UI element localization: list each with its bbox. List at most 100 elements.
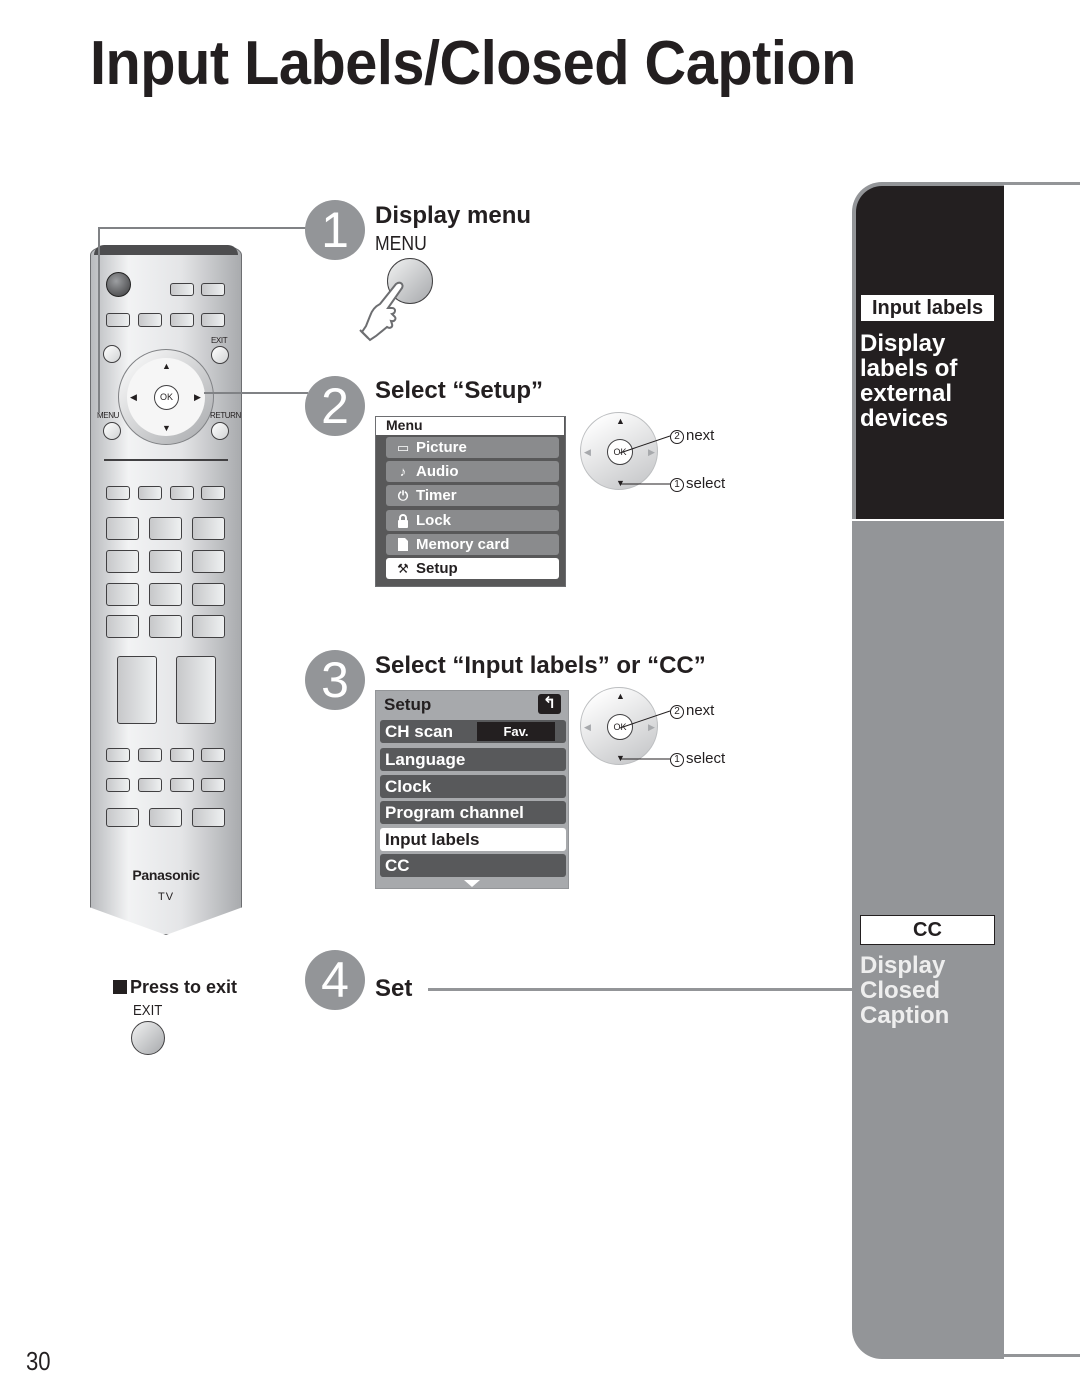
menu-item-audio[interactable]: ♪ Audio <box>386 461 559 482</box>
setup-item-label: Clock <box>385 777 432 796</box>
arrow-down-icon[interactable]: ▼ <box>162 424 171 433</box>
remote-button[interactable] <box>201 778 225 792</box>
remote-button[interactable] <box>170 283 194 296</box>
setup-item-label: Input labels <box>385 830 480 849</box>
number-key[interactable] <box>106 517 139 540</box>
number-key[interactable] <box>192 550 225 573</box>
brand-model: TV <box>157 891 175 903</box>
number-key[interactable] <box>106 550 139 573</box>
menu-key[interactable] <box>103 422 121 440</box>
remote-button[interactable] <box>170 313 194 327</box>
memory-card-icon <box>394 534 412 557</box>
remote-round-button[interactable] <box>103 345 121 363</box>
step-4-number: 4 <box>305 950 365 1010</box>
remote-button[interactable] <box>106 748 130 762</box>
color-button[interactable] <box>170 486 194 500</box>
step-3-heading: Select “Input labels” or “CC” <box>375 652 706 679</box>
select-hint: 1 select <box>670 750 725 767</box>
color-button[interactable] <box>201 486 225 500</box>
arrow-right-icon[interactable]: ▶ <box>194 393 201 402</box>
exit-button-label: EXIT <box>133 1002 163 1019</box>
page-number: 30 <box>26 1346 51 1376</box>
menu-callout-line <box>98 227 308 229</box>
number-key[interactable] <box>149 583 182 606</box>
number-key[interactable] <box>149 517 182 540</box>
arrow-up-icon[interactable]: ▲ <box>162 362 171 371</box>
dpad[interactable]: ▲ ▼ ◀ ▶ OK <box>118 349 214 445</box>
remote-button[interactable] <box>106 808 139 827</box>
menu-item-label: Lock <box>416 512 452 529</box>
remote-button[interactable] <box>201 313 225 327</box>
press-to-exit-label: Press to exit <box>113 977 237 998</box>
power-button[interactable] <box>106 272 131 297</box>
remote-button[interactable] <box>192 808 225 827</box>
menu-item-timer[interactable]: ⏻ Timer <box>386 485 559 506</box>
brand-logo: Panasonic <box>132 867 200 883</box>
remote-button[interactable] <box>201 283 225 296</box>
number-key[interactable] <box>106 583 139 606</box>
setup-item-label: CH scan <box>385 722 454 741</box>
exit-key-label: EXIT <box>211 336 228 345</box>
menu-item-memory-card[interactable]: Memory card <box>386 534 559 555</box>
return-key-label: RETURN <box>210 411 241 420</box>
setup-icon: ⚒ <box>397 561 409 576</box>
next-hint: 2 next <box>670 427 714 444</box>
remote-button[interactable] <box>170 748 194 762</box>
cc-tag: CC <box>860 915 995 945</box>
number-key[interactable] <box>192 615 225 638</box>
step-4-heading: Set <box>375 975 413 1002</box>
remote-button[interactable] <box>138 778 162 792</box>
number-key[interactable] <box>149 550 182 573</box>
volume-rocker[interactable] <box>117 656 157 724</box>
menu-item-label: Memory card <box>416 536 510 553</box>
remote-button[interactable] <box>106 313 130 327</box>
menu-item-setup[interactable]: ⚒ Setup <box>386 558 559 579</box>
setup-item-program-channel[interactable]: Program channel <box>380 801 566 824</box>
arrow-left-icon: ◀ <box>584 722 591 732</box>
remote-button[interactable] <box>138 313 162 327</box>
setup-item-label: Program channel <box>385 803 524 822</box>
setup-screen-title: Setup <box>384 695 432 714</box>
color-button[interactable] <box>138 486 162 500</box>
dpad-callout-line <box>204 392 308 394</box>
hint-leader-lines <box>619 710 671 760</box>
remote-button[interactable] <box>149 808 182 827</box>
ok-button[interactable]: OK <box>154 385 179 410</box>
input-labels-description: Display labels of external devices <box>860 330 958 432</box>
number-key[interactable] <box>106 615 139 638</box>
ch-scan-value[interactable]: Fav. <box>477 722 555 741</box>
setup-item-cc[interactable]: CC <box>380 854 566 877</box>
arrow-left-icon[interactable]: ◀ <box>130 393 137 402</box>
setup-screen: Setup ↰ CH scan Fav. Language Clock Prog… <box>375 690 569 889</box>
step-1-number: 1 <box>305 200 365 260</box>
exit-key[interactable] <box>211 346 229 364</box>
exit-button[interactable] <box>131 1021 165 1055</box>
menu-item-picture[interactable]: ▭ Picture <box>386 437 559 458</box>
set-connector-line <box>428 988 854 991</box>
input-labels-tag: Input labels <box>860 294 995 322</box>
picture-icon: ▭ <box>396 440 410 455</box>
setup-item-clock[interactable]: Clock <box>380 775 566 798</box>
setup-item-ch-scan[interactable]: CH scan Fav. <box>380 720 566 743</box>
channel-rocker[interactable] <box>176 656 216 724</box>
number-key[interactable] <box>149 615 182 638</box>
remote-top-edge <box>94 245 238 255</box>
remote-button[interactable] <box>201 748 225 762</box>
number-key[interactable] <box>192 517 225 540</box>
remote-button[interactable] <box>138 748 162 762</box>
hint-leader-lines <box>619 435 671 485</box>
return-icon[interactable]: ↰ <box>538 694 561 714</box>
menu-item-lock[interactable]: Lock <box>386 510 559 531</box>
setup-item-language[interactable]: Language <box>380 748 566 771</box>
menu-button-label: MENU <box>375 233 427 255</box>
return-key[interactable] <box>211 422 229 440</box>
scroll-down-icon[interactable] <box>464 880 480 887</box>
number-key[interactable] <box>192 583 225 606</box>
step-3-number: 3 <box>305 650 365 710</box>
remote-button[interactable] <box>106 778 130 792</box>
remote-button[interactable] <box>170 778 194 792</box>
remote-divider <box>104 459 228 461</box>
menu-item-label: Timer <box>416 487 457 504</box>
setup-item-input-labels[interactable]: Input labels <box>380 828 566 851</box>
color-button[interactable] <box>106 486 130 500</box>
